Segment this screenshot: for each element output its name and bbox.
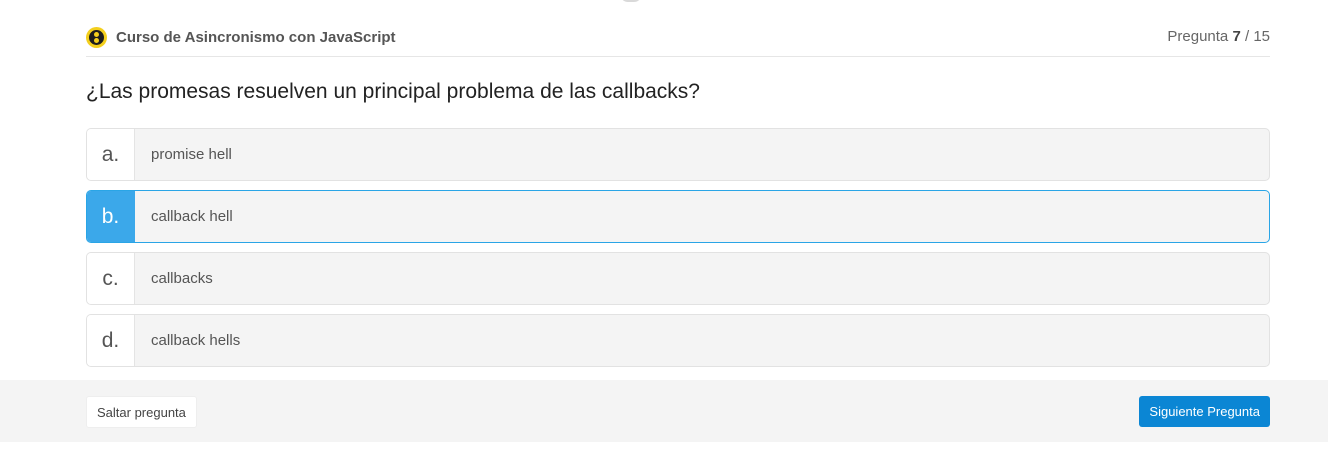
- skip-question-button[interactable]: Saltar pregunta: [86, 396, 197, 428]
- answer-option-a[interactable]: a. promise hell: [86, 128, 1270, 181]
- option-text: callback hells: [151, 332, 241, 349]
- course-name: Curso de Asincronismo con JavaScript: [116, 28, 396, 46]
- option-letter: d.: [87, 315, 135, 366]
- answer-option-c[interactable]: c. callbacks: [86, 252, 1270, 305]
- quiz-header: Curso de Asincronismo con JavaScript Pre…: [86, 26, 1270, 57]
- option-letter: b.: [87, 191, 135, 242]
- answer-options: a. promise hell b. callback hell c. call…: [86, 128, 1270, 376]
- current-question-number: 7: [1232, 28, 1241, 45]
- quiz-footer: Saltar pregunta Siguiente Pregunta: [0, 380, 1328, 442]
- option-text: callbacks: [151, 270, 213, 287]
- option-text: promise hell: [151, 146, 232, 163]
- course-logo-icon: [86, 26, 107, 48]
- answer-option-d[interactable]: d. callback hells: [86, 314, 1270, 367]
- question-counter: Pregunta 7 / 15: [1167, 28, 1270, 45]
- top-decoration: [620, 0, 642, 2]
- next-question-button[interactable]: Siguiente Pregunta: [1139, 396, 1270, 427]
- course-info: Curso de Asincronismo con JavaScript: [86, 26, 396, 48]
- question-counter-label: Pregunta: [1167, 28, 1229, 45]
- question-text: ¿Las promesas resuelven un principal pro…: [86, 80, 700, 103]
- answer-option-b[interactable]: b. callback hell: [86, 190, 1270, 243]
- total-questions: 15: [1253, 28, 1270, 45]
- option-letter: c.: [87, 253, 135, 304]
- option-letter: a.: [87, 129, 135, 180]
- option-text: callback hell: [151, 208, 233, 225]
